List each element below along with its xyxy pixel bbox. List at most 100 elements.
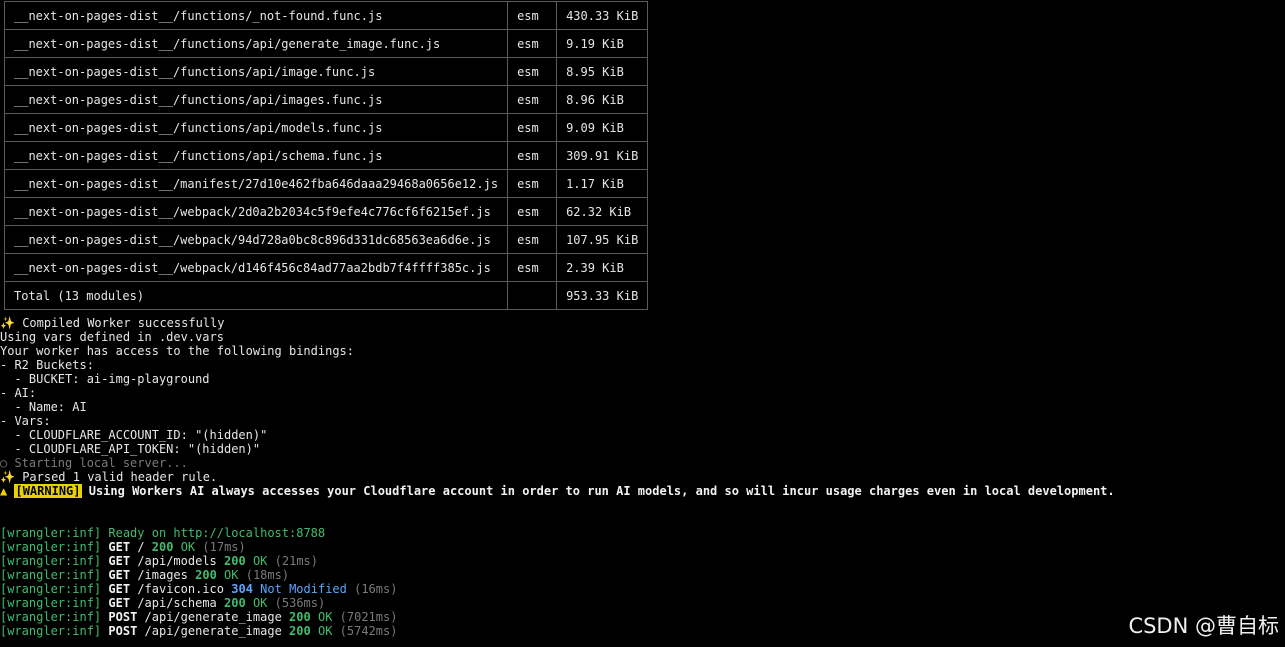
table-row: __next-on-pages-dist__/functions/api/mod… — [3, 113, 649, 142]
module-name-cell: __next-on-pages-dist__/functions/api/ima… — [3, 85, 509, 114]
request-duration: (21ms) — [274, 554, 318, 568]
request-log-line: [wrangler:inf] POST /api/generate_image … — [0, 610, 1280, 624]
request-path: /api/generate_image — [144, 624, 282, 638]
module-format-cell: esm — [507, 169, 558, 198]
table-row: __next-on-pages-dist__/functions/api/ima… — [3, 57, 649, 86]
compiled-text: Compiled Worker successfully — [22, 316, 225, 330]
request-duration: (18ms) — [245, 568, 290, 582]
status-code: 304 — [231, 582, 253, 596]
modules-table-body: __next-on-pages-dist__/functions/_not-fo… — [3, 1, 649, 310]
module-name-cell: __next-on-pages-dist__/functions/api/ima… — [3, 57, 509, 86]
log-prefix: [wrangler:inf] — [0, 624, 102, 638]
table-row: __next-on-pages-dist__/functions/api/gen… — [3, 29, 649, 58]
r2-item-line: - BUCKET: ai-img-playground — [0, 372, 210, 386]
bindings-header-line: Your worker has access to the following … — [0, 344, 355, 358]
module-format-cell: esm — [507, 225, 558, 254]
request-path: /images — [137, 568, 188, 582]
module-format-cell: esm — [507, 85, 558, 114]
warning-line: ▲ [WARNING] Using Workers AI always acce… — [0, 484, 1280, 498]
log-prefix: [wrangler:inf] — [0, 568, 102, 582]
table-row: __next-on-pages-dist__/webpack/94d728a0b… — [3, 225, 649, 254]
module-format-cell: esm — [507, 113, 558, 142]
module-format-cell: esm — [507, 253, 558, 282]
log-prefix: [wrangler:inf] — [0, 596, 102, 610]
module-name-cell: __next-on-pages-dist__/webpack/2d0a2b203… — [3, 197, 509, 226]
status-text: Not Modified — [260, 582, 347, 596]
request-log-line: [wrangler:inf] GET / 200 OK (17ms) — [0, 540, 1280, 554]
total-format-cell — [507, 281, 558, 310]
ready-text: Ready on http://localhost:8788 — [101, 526, 326, 540]
module-name-cell: __next-on-pages-dist__/functions/api/gen… — [3, 29, 509, 58]
log-prefix: [wrangler:inf] — [0, 554, 102, 568]
table-row: __next-on-pages-dist__/functions/api/ima… — [3, 85, 649, 114]
request-duration: (17ms) — [202, 540, 246, 554]
starting-text: Starting local server... — [7, 456, 188, 470]
status-code: 200 — [289, 624, 311, 638]
log-prefix: [wrangler:inf] — [0, 610, 102, 624]
parsed-line: ✨ Parsed 1 valid header rule. — [0, 470, 1280, 484]
http-method: GET — [108, 540, 131, 554]
table-row: __next-on-pages-dist__/webpack/d146f456c… — [3, 253, 649, 282]
request-log: [wrangler:inf] GET / 200 OK (17ms) [wrang… — [0, 540, 1280, 638]
module-format-cell: esm — [507, 141, 558, 170]
vars-file-line: Using vars defined in .dev.vars — [0, 330, 224, 344]
total-row: Total (13 modules) 953.33 KiB — [3, 281, 649, 310]
compiled-line: ✨ Compiled Worker successfully — [0, 316, 1280, 330]
ai-header-line: - AI: — [0, 386, 37, 400]
request-log-line: [wrangler:inf] GET /favicon.ico 304 Not … — [0, 582, 1280, 596]
status-code: 200 — [224, 554, 246, 568]
module-name-cell: __next-on-pages-dist__/functions/api/sch… — [3, 141, 509, 170]
request-log-line: [wrangler:inf] GET /api/models 200 OK (2… — [0, 554, 1280, 568]
watermark: CSDN @曹自标 — [1128, 614, 1279, 638]
http-method: GET — [108, 568, 131, 582]
parsed-text: Parsed 1 valid header rule. — [22, 470, 218, 484]
module-name-cell: __next-on-pages-dist__/webpack/94d728a0b… — [3, 225, 509, 254]
http-method: GET — [108, 554, 131, 568]
http-method: GET — [108, 596, 131, 610]
request-log-line: [wrangler:inf] GET /api/schema 200 OK (5… — [0, 596, 1280, 610]
status-code: 200 — [151, 540, 174, 554]
sparkle-icon: ✨ — [0, 316, 15, 330]
request-duration: (536ms) — [274, 596, 326, 610]
request-path: / — [137, 540, 145, 554]
log-prefix: [wrangler:inf] — [0, 582, 102, 596]
request-duration: (16ms) — [354, 582, 398, 596]
module-size-cell: 9.09 KiB — [556, 113, 649, 142]
module-size-cell: 9.19 KiB — [556, 29, 649, 58]
request-duration: (5742ms) — [339, 624, 398, 638]
module-size-cell: 1.17 KiB — [556, 169, 649, 198]
module-name-cell: __next-on-pages-dist__/manifest/27d10e46… — [3, 169, 509, 198]
http-method: POST — [108, 624, 138, 638]
status-text: OK — [252, 596, 268, 610]
status-text: OK — [252, 554, 268, 568]
var-account-line: - CLOUDFLARE_ACCOUNT_ID: "(hidden)" — [0, 428, 268, 442]
starting-line: ○ Starting local server... — [0, 456, 1280, 470]
warning-text: Using Workers AI always accesses your Cl… — [81, 484, 1115, 498]
request-path: /api/schema — [137, 596, 217, 610]
request-log-line: [wrangler:inf] GET /images 200 OK (18ms) — [0, 568, 1280, 582]
module-name-cell: __next-on-pages-dist__/webpack/d146f456c… — [3, 253, 509, 282]
module-name-cell: __next-on-pages-dist__/functions/_not-fo… — [3, 1, 509, 30]
module-size-cell: 309.91 KiB — [556, 141, 649, 170]
sparkle-icon: ✨ — [0, 470, 15, 484]
modules-table: __next-on-pages-dist__/functions/_not-fo… — [3, 1, 649, 310]
table-row: __next-on-pages-dist__/functions/_not-fo… — [3, 1, 649, 30]
status-text: OK — [180, 540, 196, 554]
total-label-cell: Total (13 modules) — [3, 281, 509, 310]
module-format-cell: esm — [507, 197, 558, 226]
request-log-line: [wrangler:inf] POST /api/generate_image … — [0, 624, 1280, 638]
var-token-line: - CLOUDFLARE_API_TOKEN: "(hidden)" — [0, 442, 261, 456]
module-size-cell: 8.96 KiB — [556, 85, 649, 114]
status-text: OK — [317, 624, 333, 638]
log-prefix: [wrangler:inf] — [0, 526, 102, 540]
vars-header-line: - Vars: — [0, 414, 51, 428]
http-method: GET — [108, 582, 131, 596]
r2-header-line: - R2 Buckets: — [0, 358, 94, 372]
module-format-cell: esm — [507, 1, 558, 30]
table-row: __next-on-pages-dist__/manifest/27d10e46… — [3, 169, 649, 198]
status-text: OK — [224, 568, 239, 582]
module-size-cell: 2.39 KiB — [556, 253, 649, 282]
status-code: 200 — [224, 596, 246, 610]
request-duration: (7021ms) — [339, 610, 398, 624]
